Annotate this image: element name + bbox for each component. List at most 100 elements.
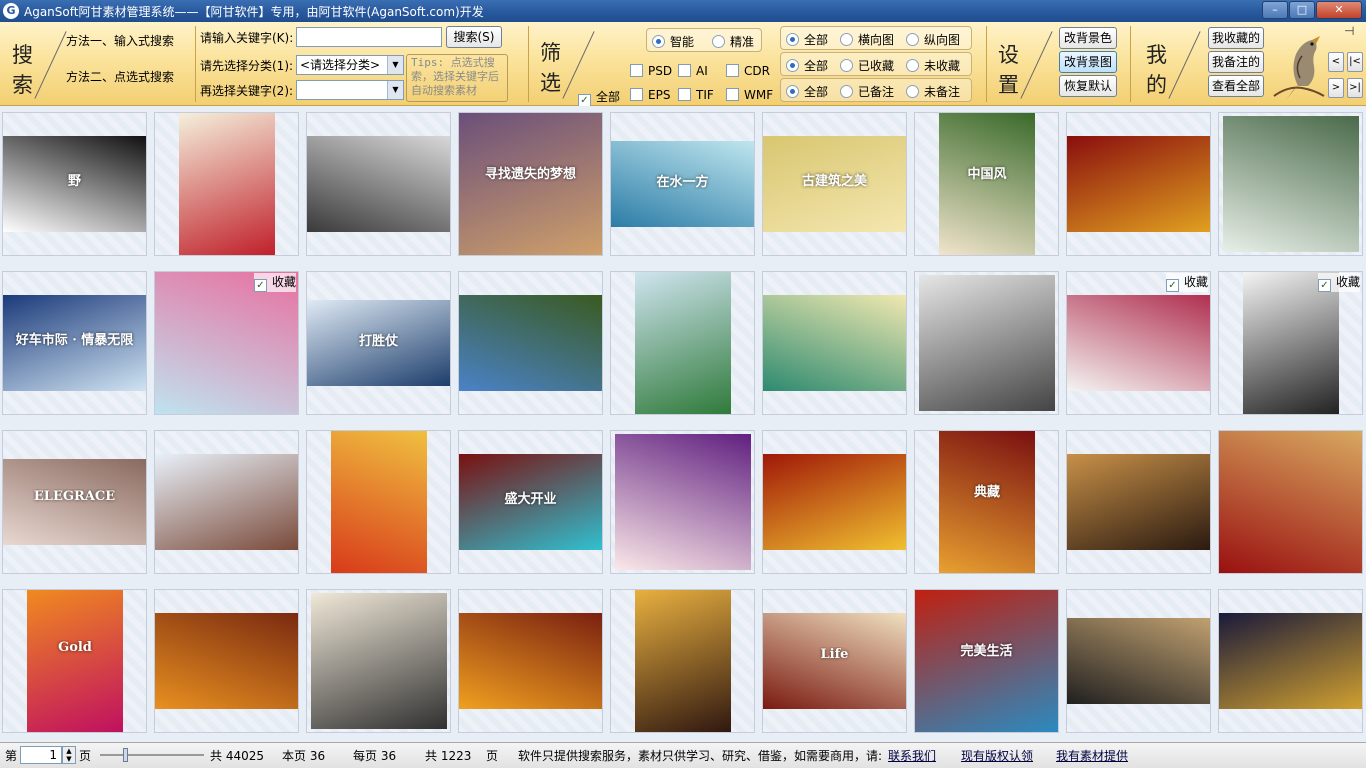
pin-icon[interactable]: ⊣ bbox=[1344, 24, 1354, 38]
note-all-radio[interactable]: 全部 bbox=[786, 83, 828, 100]
thumbnail-cell[interactable] bbox=[610, 271, 755, 415]
thumbnail-cell[interactable]: 好车市际 · 情暴无限 bbox=[2, 271, 147, 415]
keyword2-select[interactable]: ▼ bbox=[296, 80, 404, 100]
first-page-button[interactable]: |< bbox=[1347, 52, 1363, 72]
contact-link[interactable]: 联系我们 bbox=[888, 747, 936, 764]
mode-smart-radio[interactable]: 智能 bbox=[652, 33, 694, 50]
view-all-button[interactable]: 查看全部 bbox=[1208, 75, 1264, 97]
thumbnail-cell[interactable] bbox=[762, 271, 907, 415]
favorite-all-radio[interactable]: 全部 bbox=[786, 57, 828, 74]
next-page-button[interactable]: > bbox=[1328, 78, 1344, 98]
thumbnail-cell[interactable] bbox=[458, 271, 603, 415]
my-notes-button[interactable]: 我备注的 bbox=[1208, 51, 1264, 73]
orientation-all-radio[interactable]: 全部 bbox=[786, 31, 828, 48]
favorite-no-radio[interactable]: 未收藏 bbox=[906, 57, 960, 74]
prev-page-button[interactable]: < bbox=[1328, 52, 1344, 72]
thumbnail-cell[interactable] bbox=[610, 430, 755, 574]
divider bbox=[528, 26, 529, 102]
last-page-button[interactable]: >| bbox=[1347, 78, 1363, 98]
favorite-checkbox[interactable]: ✓ 收藏 bbox=[1317, 273, 1360, 292]
thumbnail-cell[interactable] bbox=[914, 271, 1059, 415]
copyright-claim-link[interactable]: 现有版权认领 bbox=[961, 747, 1033, 764]
page-slider-handle[interactable] bbox=[123, 748, 128, 762]
thumbnail-cell[interactable] bbox=[154, 430, 299, 574]
favorite-label: 全部 bbox=[804, 59, 829, 73]
close-button[interactable]: ✕ bbox=[1316, 1, 1362, 19]
thumbnail-image bbox=[311, 593, 447, 729]
thumbnail-cell[interactable]: Life bbox=[762, 589, 907, 733]
radio-icon bbox=[840, 59, 853, 72]
orientation-portrait-radio[interactable]: 纵向图 bbox=[906, 31, 960, 48]
thumbnail-image bbox=[919, 275, 1055, 411]
thumbnail-cell[interactable] bbox=[1066, 589, 1211, 733]
submit-material-link[interactable]: 我有素材提供 bbox=[1056, 747, 1128, 764]
thumbnail-caption: 打胜仗 bbox=[358, 334, 398, 349]
thumbnail-caption: 中国风 bbox=[967, 167, 1007, 182]
page-slider-track[interactable] bbox=[100, 754, 204, 756]
thumbnail-cell[interactable]: 完美生活 bbox=[914, 589, 1059, 733]
thumbnail-caption: 好车市际 · 情暴无限 bbox=[15, 333, 134, 348]
thumbnail-cell[interactable] bbox=[1218, 589, 1363, 733]
format-wmf-checkbox[interactable]: WMF bbox=[726, 88, 773, 102]
note-yes-radio[interactable]: 已备注 bbox=[840, 83, 894, 100]
page-input[interactable]: 1 bbox=[20, 746, 62, 764]
my-favorites-button[interactable]: 我收藏的 bbox=[1208, 27, 1264, 49]
divider bbox=[986, 26, 987, 102]
format-psd-checkbox[interactable]: PSD bbox=[630, 64, 672, 78]
note-no-radio[interactable]: 未备注 bbox=[906, 83, 960, 100]
radio-icon bbox=[840, 33, 853, 46]
format-ai-checkbox[interactable]: AI bbox=[678, 64, 708, 78]
thumbnail-cell[interactable]: ✓ 收藏 bbox=[1066, 271, 1211, 415]
thumbnail-cell[interactable]: 野 bbox=[2, 112, 147, 256]
checkbox-icon bbox=[678, 64, 691, 77]
orientation-landscape-radio[interactable]: 横向图 bbox=[840, 31, 894, 48]
thumbnail-cell[interactable] bbox=[1066, 112, 1211, 256]
notice-text: 软件只提供搜索服务，素材只供学习、研究、借鉴，如需要商用，请: bbox=[518, 749, 883, 763]
thumbnail-cell[interactable]: 打胜仗 bbox=[306, 271, 451, 415]
thumbnail-caption: 古建筑之美 bbox=[801, 174, 867, 189]
thumbnail-cell[interactable]: 中国风 bbox=[914, 112, 1059, 256]
keyword-input[interactable] bbox=[296, 27, 442, 47]
favorite-label: 收藏 bbox=[1335, 275, 1360, 289]
chevron-down-icon: ▼ bbox=[387, 81, 403, 99]
format-all-checkbox[interactable]: ✓ 全部 bbox=[578, 88, 620, 107]
thumbnail-cell[interactable] bbox=[154, 112, 299, 256]
thumbnail-cell[interactable] bbox=[1066, 430, 1211, 574]
thumbnail-cell[interactable] bbox=[306, 112, 451, 256]
maximize-button[interactable]: □ bbox=[1289, 1, 1315, 19]
category-select[interactable]: <请选择分类> ▼ bbox=[296, 55, 404, 75]
thumbnail-cell[interactable]: ELEGRACE bbox=[2, 430, 147, 574]
favorite-checkbox[interactable]: ✓ 收藏 bbox=[1165, 273, 1208, 292]
mode-exact-radio[interactable]: 精准 bbox=[712, 33, 754, 50]
search-button[interactable]: 搜索(S) bbox=[446, 26, 502, 48]
thumbnail-cell[interactable] bbox=[154, 589, 299, 733]
thumbnail-cell[interactable]: 寻找遗失的梦想 bbox=[458, 112, 603, 256]
page-spinner-icon[interactable]: ▲ ▼ bbox=[62, 746, 76, 764]
format-eps-checkbox[interactable]: EPS bbox=[630, 88, 670, 102]
minimize-button[interactable]: – bbox=[1262, 1, 1288, 19]
thumbnail-cell[interactable]: 盛大开业 bbox=[458, 430, 603, 574]
favorite-label: 未收藏 bbox=[924, 59, 961, 73]
thumbnail-cell[interactable] bbox=[458, 589, 603, 733]
thumbnail-cell[interactable]: 古建筑之美 bbox=[762, 112, 907, 256]
thumbnail-cell[interactable] bbox=[1218, 430, 1363, 574]
thumbnail-caption: 在水一方 bbox=[656, 175, 709, 190]
thumbnail-cell[interactable]: ✓ 收藏 bbox=[154, 271, 299, 415]
radio-icon bbox=[840, 85, 853, 98]
thumbnail-cell[interactable]: Gold bbox=[2, 589, 147, 733]
restore-default-button[interactable]: 恢复默认 bbox=[1059, 75, 1117, 97]
thumbnail-cell[interactable]: 典藏 bbox=[914, 430, 1059, 574]
thumbnail-cell[interactable] bbox=[306, 589, 451, 733]
thumbnail-cell[interactable] bbox=[610, 589, 755, 733]
favorite-checkbox[interactable]: ✓ 收藏 bbox=[253, 273, 296, 292]
thumbnail-cell[interactable]: 在水一方 bbox=[610, 112, 755, 256]
thumbnail-cell[interactable] bbox=[1218, 112, 1363, 256]
thumbnail-cell[interactable] bbox=[762, 430, 907, 574]
favorite-yes-radio[interactable]: 已收藏 bbox=[840, 57, 894, 74]
change-bg-image-button[interactable]: 改背景图 bbox=[1059, 51, 1117, 73]
thumbnail-cell[interactable]: ✓ 收藏 bbox=[1218, 271, 1363, 415]
change-bg-color-button[interactable]: 改背景色 bbox=[1059, 27, 1117, 49]
format-cdr-checkbox[interactable]: CDR bbox=[726, 64, 770, 78]
thumbnail-cell[interactable] bbox=[306, 430, 451, 574]
format-tif-checkbox[interactable]: TIF bbox=[678, 88, 714, 102]
